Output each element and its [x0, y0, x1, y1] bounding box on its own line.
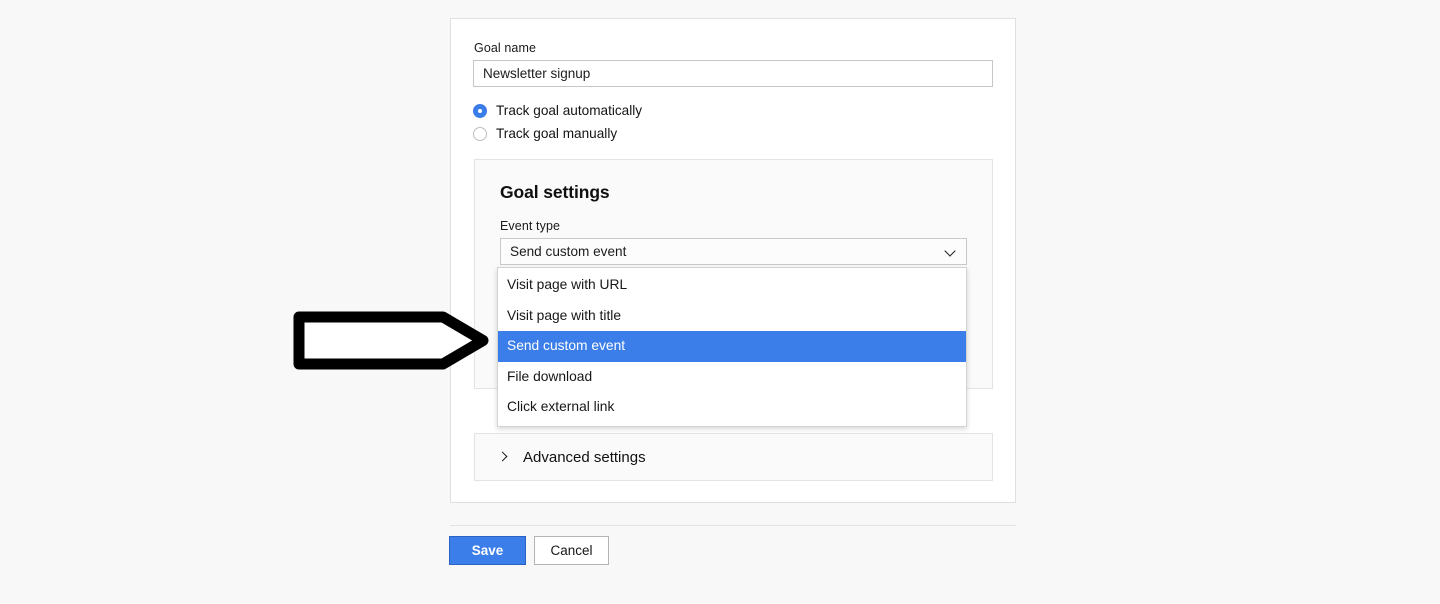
event-type-label: Event type	[500, 219, 561, 233]
save-button[interactable]: Save	[449, 536, 526, 565]
goal-name-input[interactable]	[473, 60, 993, 87]
goal-name-label: Goal name	[474, 41, 537, 55]
advanced-settings-label: Advanced settings	[523, 448, 646, 466]
radio-automatic-label: Track goal automatically	[496, 103, 643, 119]
dropdown-option-selected[interactable]: Send custom event	[498, 331, 966, 362]
radio-manual-indicator[interactable]	[473, 127, 487, 141]
dropdown-option[interactable]: Visit page with title	[498, 301, 966, 332]
dropdown-option[interactable]: Visit page with URL	[498, 270, 966, 301]
footer-divider	[450, 525, 1016, 526]
radio-track-goal-automatically[interactable]: Track goal automatically	[473, 104, 642, 118]
radio-automatic-indicator[interactable]	[473, 104, 487, 118]
page-root: Goal name Track goal automatically Track…	[0, 0, 1440, 604]
event-type-selected-value: Send custom event	[510, 243, 627, 259]
cancel-button[interactable]: Cancel	[534, 536, 609, 565]
radio-track-goal-manually[interactable]: Track goal manually	[473, 127, 617, 141]
chevron-down-icon[interactable]	[945, 246, 956, 257]
dropdown-option[interactable]: Click external link	[498, 392, 966, 423]
dropdown-option[interactable]: File download	[498, 362, 966, 393]
chevron-right-icon	[499, 451, 509, 463]
event-type-select[interactable]: Send custom event	[500, 238, 967, 265]
event-type-dropdown-list[interactable]: Visit page with URL Visit page with titl…	[497, 267, 967, 427]
radio-manual-label: Track goal manually	[496, 126, 618, 142]
goal-settings-title: Goal settings	[500, 182, 610, 202]
goal-editor-card: Goal name Track goal automatically Track…	[450, 18, 1016, 503]
advanced-settings-toggle[interactable]: Advanced settings	[474, 433, 993, 481]
